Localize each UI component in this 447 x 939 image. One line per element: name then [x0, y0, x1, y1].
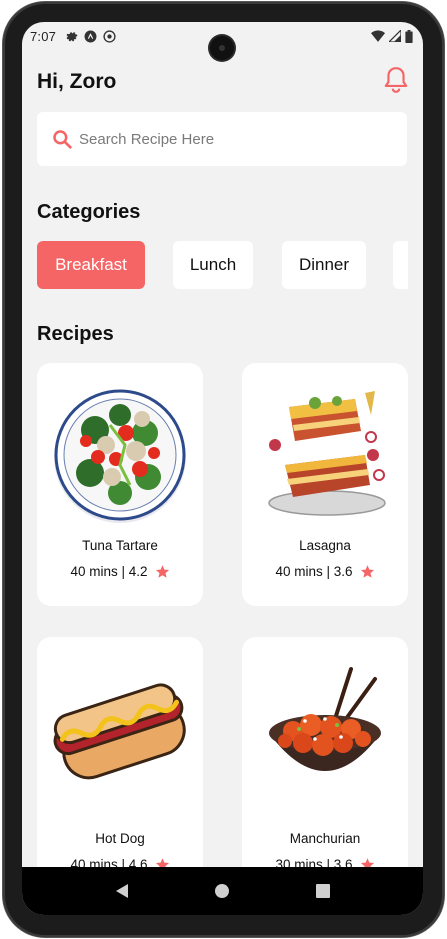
recipe-name: Hot Dog	[95, 831, 145, 846]
back-icon[interactable]	[115, 884, 128, 898]
home-icon[interactable]	[214, 884, 229, 898]
search-bar[interactable]	[37, 112, 407, 166]
recipe-meta: 40 mins | 4.2	[37, 564, 203, 579]
app-screen: 7:07 Hi, Zoro Search Recipe Here Categor…	[22, 22, 423, 915]
front-camera	[210, 36, 234, 60]
recipe-card-tuna-tartare[interactable]: Tuna Tartare 40 mins | 4.2	[37, 363, 203, 606]
recipe-name: Tuna Tartare	[82, 538, 158, 553]
lasagna-image	[268, 391, 386, 516]
recents-icon[interactable]	[315, 884, 330, 898]
bell-icon[interactable]	[383, 66, 409, 94]
category-chip-dinner[interactable]: Dinner	[282, 241, 366, 289]
greeting-title: Hi, Zoro	[37, 70, 117, 93]
category-chip-lunch[interactable]: Lunch	[173, 241, 253, 289]
star-icon	[360, 565, 374, 578]
recipe-meta: 40 mins | 3.6	[242, 564, 408, 579]
category-chip-more[interactable]	[393, 241, 408, 289]
hot-dog-image	[53, 683, 186, 780]
gear-icon	[66, 31, 78, 41]
category-chip-breakfast[interactable]: Breakfast	[37, 241, 145, 289]
recipe-time-rating: 40 mins | 4.2	[70, 564, 148, 579]
star-icon	[155, 565, 169, 578]
search-input[interactable]	[79, 130, 379, 148]
search-icon	[53, 130, 72, 149]
recipes-title: Recipes	[37, 323, 114, 345]
android-icon	[84, 30, 97, 42]
recipe-name: Lasagna	[299, 538, 351, 553]
signal-icon	[389, 30, 401, 42]
system-nav-bar	[22, 867, 423, 915]
salad-plate-image	[54, 389, 186, 523]
recipe-time-rating: 40 mins | 3.6	[275, 564, 353, 579]
recipe-name: Manchurian	[289, 831, 361, 846]
categories-title: Categories	[37, 201, 141, 223]
status-icons-right	[371, 29, 413, 43]
manchurian-bowl-image	[269, 667, 381, 771]
status-icons-left	[65, 29, 116, 43]
category-list: Breakfast Lunch Dinner	[37, 241, 408, 289]
wifi-icon	[371, 30, 385, 42]
status-time: 7:07	[30, 28, 57, 44]
recipe-card-lasagna[interactable]: Lasagna 40 mins | 3.6	[242, 363, 408, 606]
sync-icon	[103, 29, 116, 43]
battery-icon	[405, 29, 413, 43]
phone-frame: 7:07 Hi, Zoro Search Recipe Here Categor…	[3, 2, 444, 937]
